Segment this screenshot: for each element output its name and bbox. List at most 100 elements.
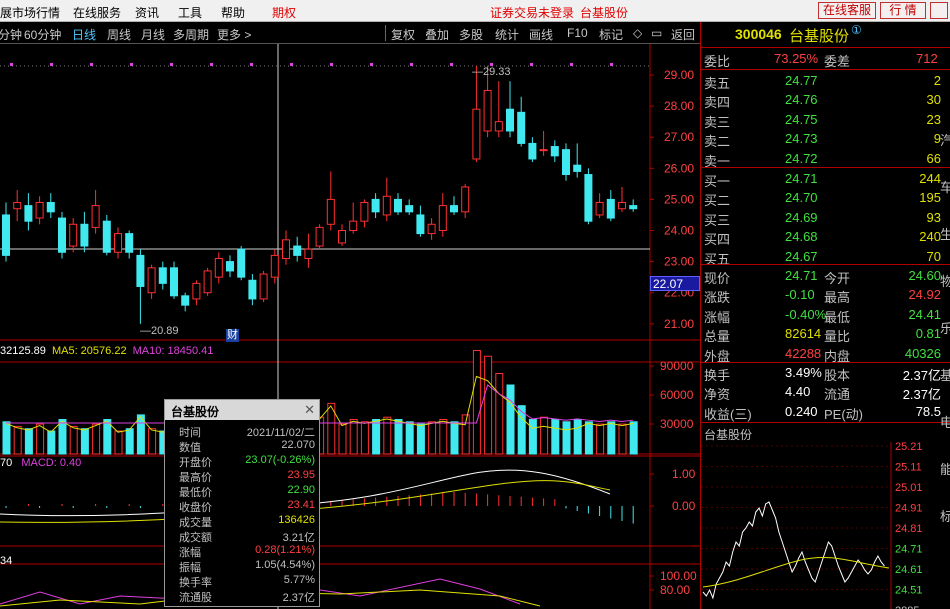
event-marker [370,63,373,66]
event-marker [210,63,213,66]
candle-up [114,233,122,253]
info-row-value: 1.05(4.54%) [255,559,315,571]
candle-up [338,230,346,244]
order-level-label: 买四 [704,232,731,248]
financial-report-tag[interactable]: 财 [226,329,239,342]
volume-bar [58,419,67,455]
event-marker [610,63,613,66]
toolbar-divider [385,25,386,41]
candle-up [360,202,369,222]
ind3-tick-label: 100.00 [660,569,697,583]
info-box-header: 台基股份 [165,400,319,420]
info-row-value: 22.90 [287,484,315,496]
mini-axis-label: 25.21 [895,442,923,453]
fund-label: 换手 [704,368,731,383]
info-row-value: 2021/11/02/二 [246,427,315,439]
stat-value: -0.10 [785,287,815,303]
volume-bar [472,350,481,455]
period-minute[interactable]: 分钟 [0,26,22,43]
mini-avg-line [702,557,890,588]
chart-grid [0,44,700,609]
candle-down [2,214,10,256]
mini-chart-title: 台基股份 [704,428,753,442]
multi-stock-button[interactable]: 多股 [459,26,483,43]
mini-axis-label: 24.71 [895,544,923,556]
quote-button[interactable]: 行 情 [880,2,926,19]
draw-line-button[interactable]: 画线 [529,26,553,43]
event-marker [170,63,173,66]
diff-label: 委差 [824,54,851,69]
extra-button[interactable] [930,2,948,19]
window-icon[interactable]: ▭ [651,26,662,40]
overlay-button[interactable]: 叠加 [425,26,449,43]
period-daily[interactable]: 日线 [72,26,96,43]
order-price: 24.77 [785,73,818,88]
price-tick-label: 24.00 [664,224,694,238]
period-60min[interactable]: 60分钟 [24,26,61,43]
volume-bar [629,421,638,455]
window-title: 台基股份 [580,6,629,20]
back-button[interactable]: 返回 [671,26,695,43]
event-marker [410,63,413,66]
period-more[interactable]: 更多 > [217,26,251,43]
menu-futures[interactable]: 期权 [272,4,296,21]
candle-down [158,267,167,284]
volume-bar [24,428,33,455]
volume-tick-label: 30000 [660,417,694,431]
adjust-button[interactable]: 复权 [391,26,415,43]
price-tick-label: 27.00 [664,130,694,144]
info-row-label: 数值 [179,442,201,454]
order-ratio-row: 委比 73.25% 委差 712 [701,50,950,69]
order-price: 24.68 [785,229,818,245]
volume-bar [47,430,56,455]
online-service-button[interactable]: 在线客服 [818,2,876,19]
f10-button[interactable]: F10 [567,26,588,40]
order-level-label: 卖二 [704,134,731,150]
stat-value: -0.40% [785,306,827,322]
candle-down [450,205,458,213]
mini-axis-label: 24.61 [895,564,923,576]
order-book-row: 卖四 24.76 30 [701,91,950,110]
candle-up [282,239,290,259]
candle-down [606,198,615,219]
menu-online-service[interactable]: 在线服务 [73,4,121,21]
volume-bar [484,355,493,455]
order-book-row: 卖三 24.75 23 [701,111,950,130]
current-price-tag: 22.07 [650,276,700,291]
order-volume: 244 [919,171,941,186]
sector-item-fragment: 生 [940,227,950,242]
order-volume: 240 [919,229,941,245]
candle-up [539,149,548,152]
menu-news[interactable]: 资讯 [135,4,159,21]
info-box-title: 台基股份 [171,405,220,419]
candle-up [349,220,358,231]
candle-up [315,226,324,247]
diamond-icon[interactable]: ◇ [633,26,642,40]
mini-axis-label: 24.51 [895,585,923,597]
candle-down [550,146,559,157]
menu-market[interactable]: 展市场行情 [0,4,60,21]
kline-chart[interactable]: 29.0028.0027.0026.0025.0024.0023.0022.00… [0,44,700,609]
mark-button[interactable]: 标记 [599,26,623,43]
menu-tools[interactable]: 工具 [178,4,202,21]
order-price: 24.76 [785,92,818,108]
volume-bar [125,428,134,455]
statistics-button[interactable]: 统计 [495,26,519,43]
close-icon[interactable]: ✕ [304,402,315,418]
fund-label-2: PE(动) [824,406,864,422]
fund-label: 净资 [704,387,731,403]
candle-down [80,223,89,247]
menu-help[interactable]: 帮助 [221,4,245,21]
candle-up [304,248,313,259]
period-weekly[interactable]: 周线 [107,26,131,43]
candle-down [506,108,514,132]
info-icon[interactable]: ① [851,23,862,37]
intraday-mini-chart[interactable]: 25.21 25.11 25.01 24.91 24.81 24.71 24.61 24.51… [701,442,950,609]
stat-value-2: 24.92 [908,287,941,303]
period-multi[interactable]: 多周期 [173,26,209,43]
stock-code: 300046 [735,26,782,42]
login-status: 证券交易未登录 [490,6,575,20]
volume-bar [618,423,627,455]
period-monthly[interactable]: 月线 [141,26,165,43]
candle-up [326,198,335,225]
